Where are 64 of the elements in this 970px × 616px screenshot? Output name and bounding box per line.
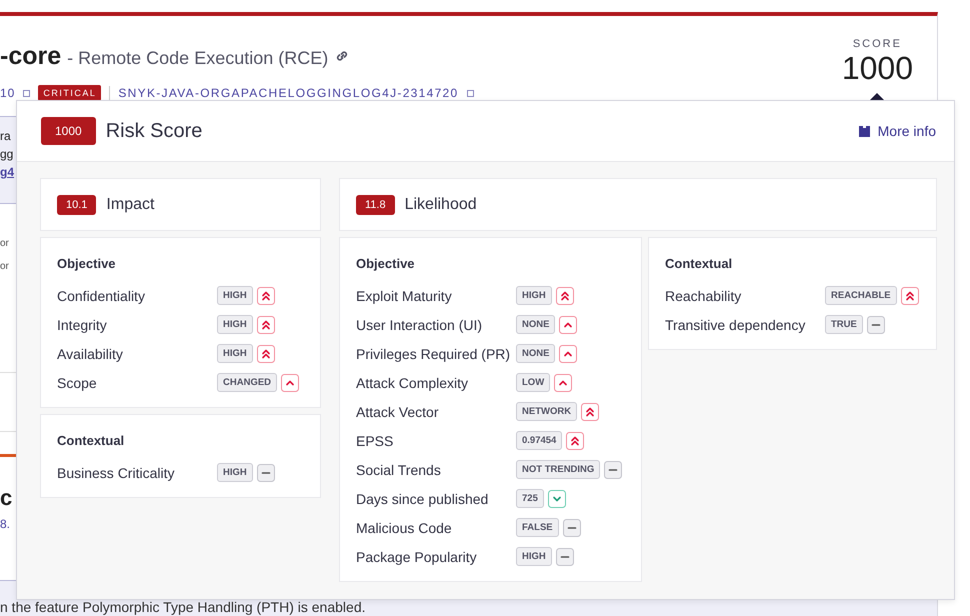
section-accent-bar	[0, 454, 16, 457]
score-label: SCORE	[852, 38, 902, 50]
metric-value: HIGH	[217, 315, 253, 334]
metric-value: CHANGED	[217, 373, 278, 392]
metric-value: 725	[516, 489, 544, 508]
metric-value: TRUE	[825, 315, 863, 334]
text-fragment: ra	[0, 129, 11, 143]
metric-label: EPSS	[356, 432, 394, 448]
metric-value: NONE	[516, 315, 556, 334]
metric-value: NOT TRENDING	[516, 460, 600, 479]
metric-value: HIGH	[516, 547, 552, 566]
metric-label: Transitive dependency	[665, 316, 806, 332]
section-title: Impact	[106, 196, 154, 214]
section-title: Likelihood	[404, 196, 477, 214]
external-link-icon	[23, 90, 30, 96]
severity-badge: CRITICAL	[38, 85, 102, 101]
metric-label: Malicious Code	[356, 520, 453, 536]
link[interactable]: g4	[0, 165, 14, 179]
more-info-link[interactable]: More info	[858, 123, 936, 139]
metric-value: REACHABLE	[825, 286, 897, 305]
metric-value: HIGH	[217, 286, 253, 305]
group-title: Contextual	[57, 433, 126, 448]
metric-label: Scope	[57, 374, 98, 390]
metric-value: 0.97454	[516, 431, 562, 450]
version-link[interactable]: 10	[0, 86, 16, 100]
score-value: 1000	[842, 50, 913, 86]
metric-label: Confidentiality	[57, 288, 146, 304]
external-link-icon	[466, 90, 474, 96]
metric-label: Integrity	[57, 316, 108, 332]
score-badge: 10.1	[57, 194, 96, 214]
metric-value: FALSE	[516, 518, 559, 537]
vulnerability-title: - Remote Code Execution (RCE)	[67, 48, 328, 69]
book-icon	[858, 125, 870, 137]
metric-label: Exploit Maturity	[356, 288, 453, 304]
group-title: Contextual	[665, 256, 734, 271]
group-title: Objective	[356, 256, 416, 271]
popover-title: Risk Score	[106, 120, 202, 142]
vulnerability-id-link[interactable]: SNYK-JAVA-ORGAPACHELOGGINGLOG4J-2314720	[118, 86, 459, 100]
text-fragment: or	[0, 261, 9, 272]
metric-label: Days since published	[356, 490, 490, 506]
metric-label: Social Trends	[356, 462, 442, 478]
group-title: Objective	[57, 256, 117, 271]
metric-label: Business Criticality	[57, 464, 176, 480]
package-title: -core	[0, 42, 62, 71]
link[interactable]: 8.	[0, 517, 10, 531]
score-badge: 1000	[41, 117, 96, 145]
metric-value: LOW	[516, 373, 550, 392]
metric-value: HIGH	[516, 286, 552, 305]
metric-value: NONE	[516, 344, 556, 363]
text-fragment: gg	[0, 147, 14, 161]
description-text: n the feature Polymorphic Type Handling (PTH) is enabled.	[0, 599, 366, 615]
metric-label: User Interaction (UI)	[356, 316, 484, 332]
metric-value: HIGH	[217, 463, 253, 482]
metric-label: Availability	[57, 346, 124, 362]
metric-value: HIGH	[217, 344, 253, 363]
metric-value: NETWORK	[516, 402, 578, 421]
metric-label: Attack Complexity	[356, 374, 470, 390]
score-badge: 11.8	[356, 194, 395, 214]
metric-label: Attack Vector	[356, 404, 440, 420]
heading-text: c	[0, 485, 12, 511]
text-fragment: or	[0, 238, 9, 249]
metric-label: Reachability	[665, 288, 742, 304]
metric-label: Privileges Required (PR)	[356, 346, 512, 362]
metric-label: Package Popularity	[356, 548, 478, 564]
